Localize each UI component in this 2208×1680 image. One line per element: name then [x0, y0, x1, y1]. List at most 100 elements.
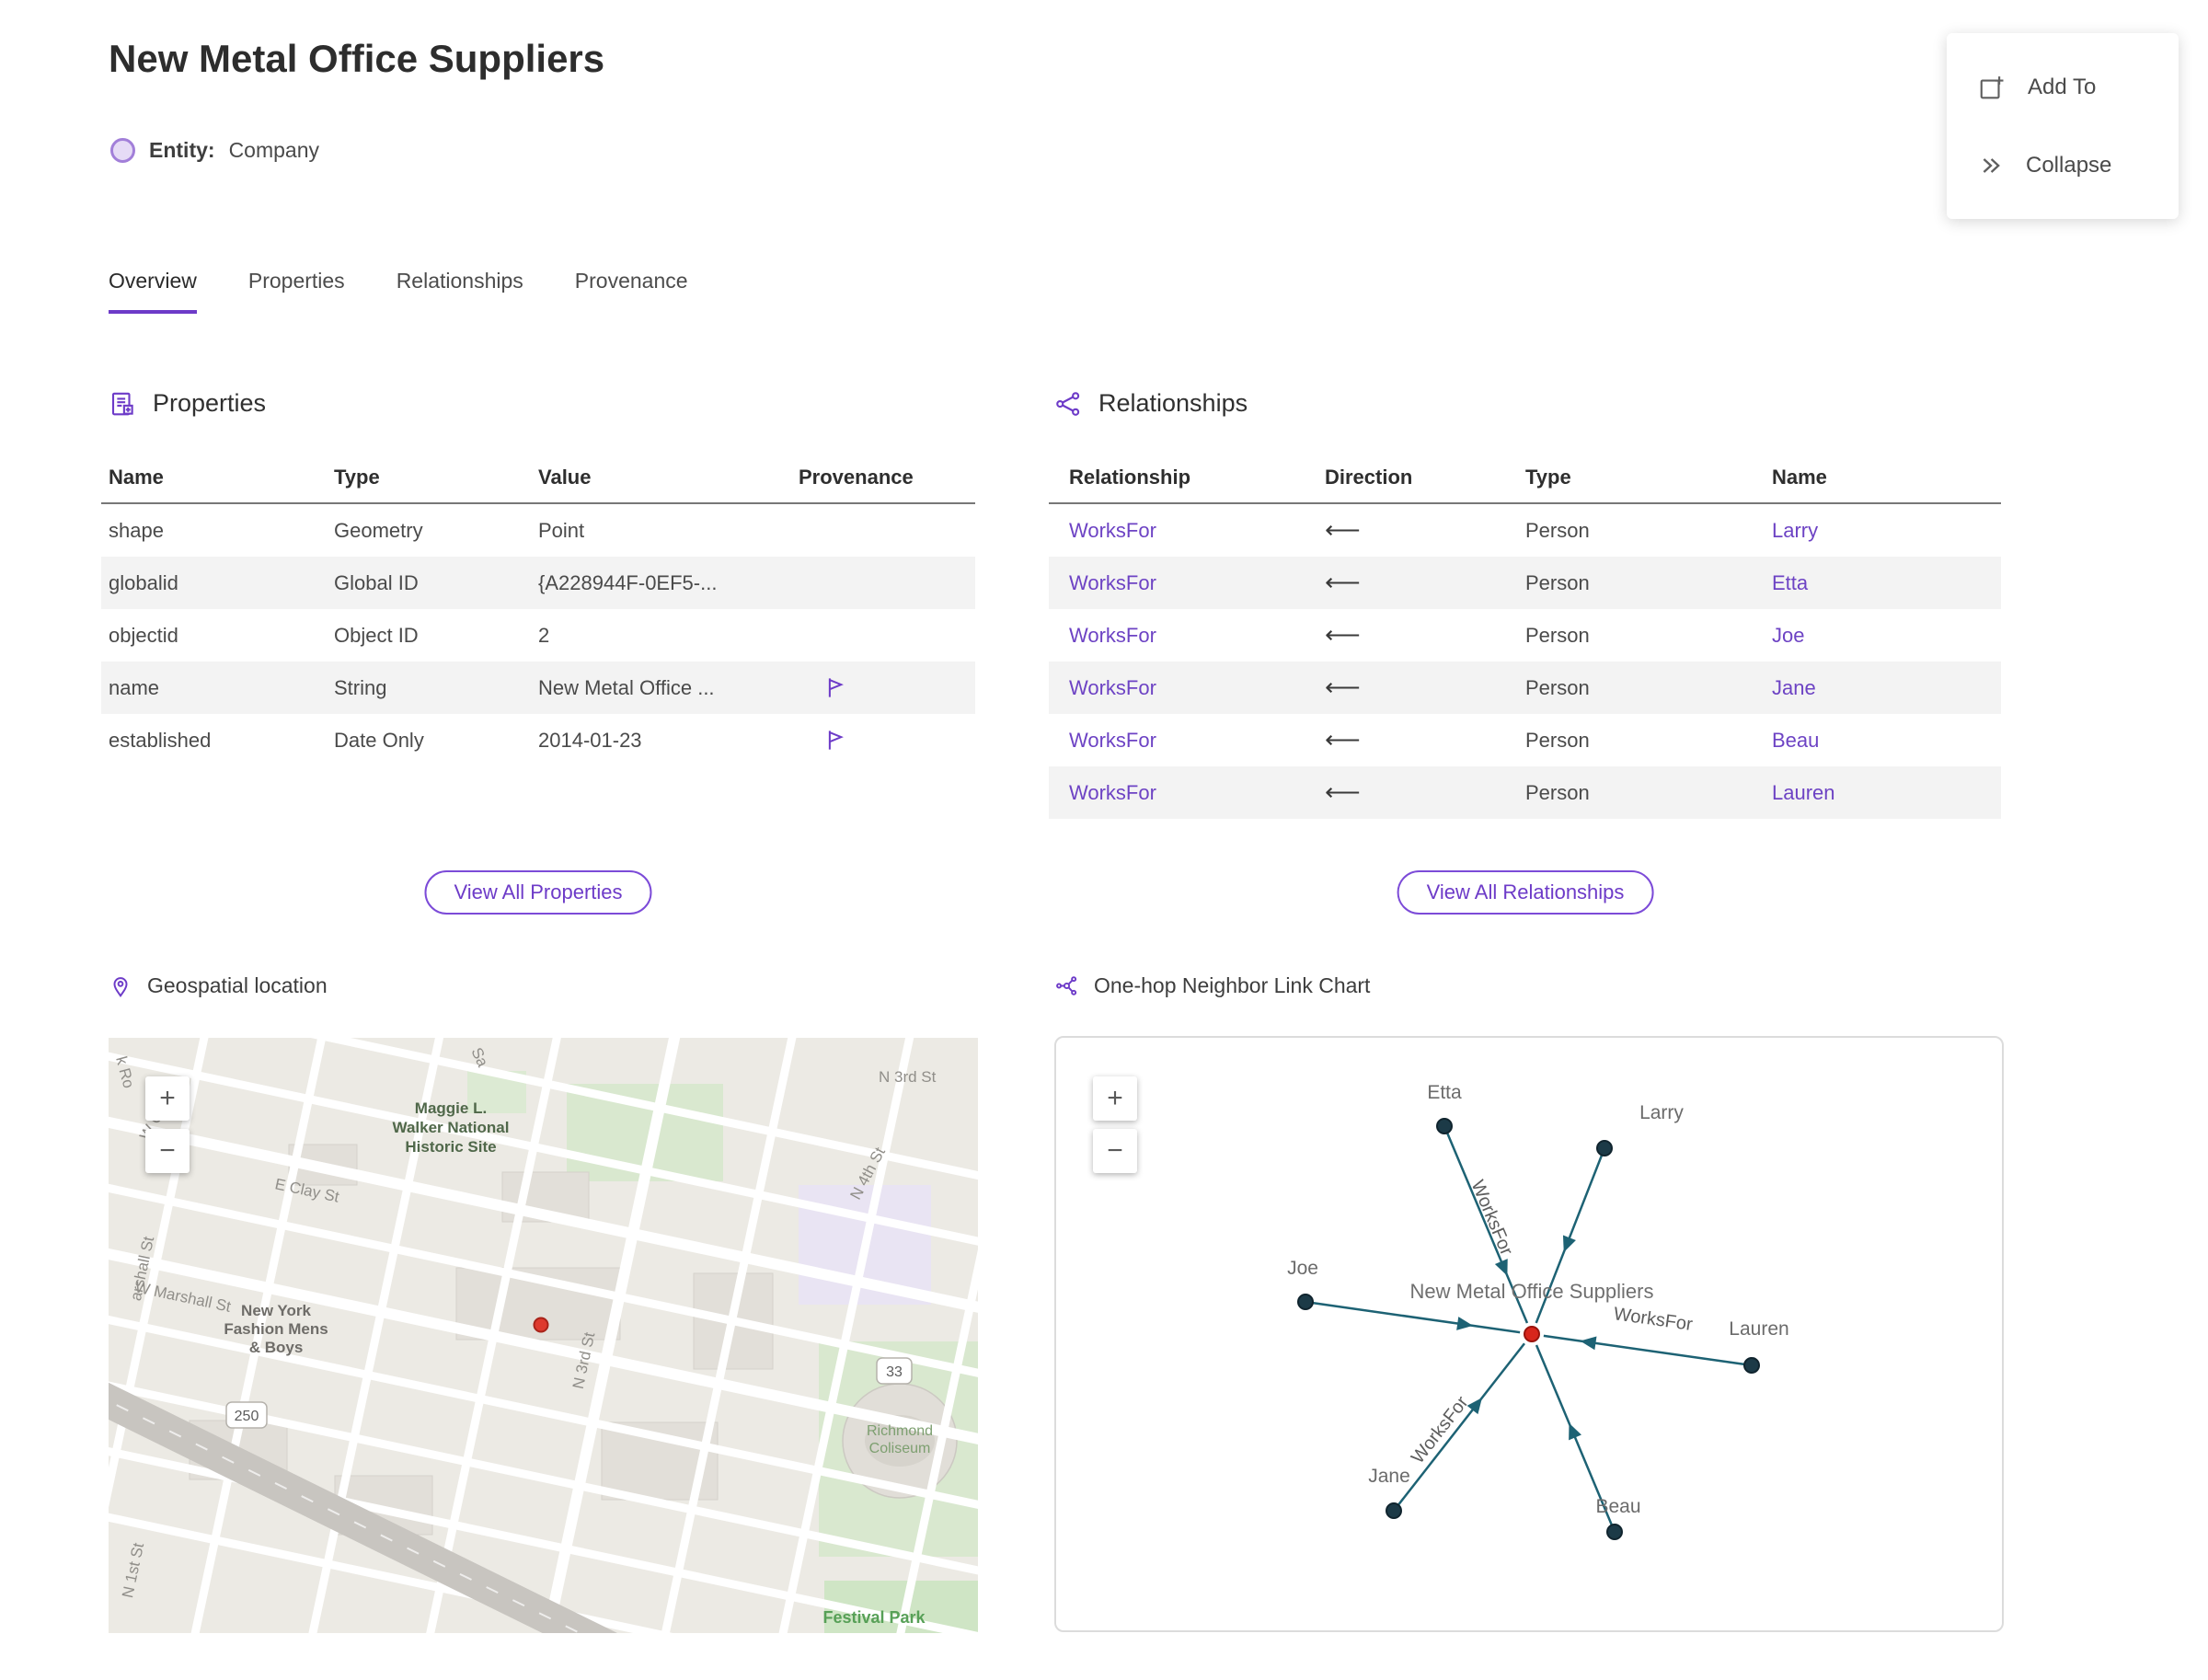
cell-name: objectid — [109, 623, 178, 647]
cell-provenance — [799, 675, 975, 700]
svg-text:New York: New York — [241, 1302, 311, 1319]
entity-subtitle: Entity: Company — [110, 138, 319, 163]
table-row[interactable]: WorksFor ⟵ Person Jane — [1049, 662, 2001, 714]
direction-arrow: ⟵ — [1325, 673, 1361, 701]
relationships-table: Relationship Direction Type Name WorksFo… — [1049, 453, 2001, 819]
svg-text:250: 250 — [235, 1409, 259, 1424]
provenance-icon[interactable] — [822, 675, 847, 700]
table-row[interactable]: WorksFor ⟵ Person Joe — [1049, 609, 2001, 662]
entity-link[interactable]: Jane — [1772, 676, 2001, 700]
entity-location-marker[interactable] — [533, 1317, 549, 1333]
route-shield-33: 33 — [876, 1357, 913, 1385]
entity-link[interactable]: Etta — [1772, 571, 2001, 595]
person-node[interactable] — [1297, 1294, 1314, 1310]
geospatial-section-title: Geospatial location — [147, 973, 328, 997]
view-all-relationships-button[interactable]: View All Relationships — [1397, 870, 1654, 915]
table-row[interactable]: WorksFor ⟵ Person Beau — [1049, 714, 2001, 766]
view-all-properties-button[interactable]: View All Properties — [424, 870, 652, 915]
tab-overview[interactable]: Overview — [109, 269, 197, 314]
relationships-section-header: Relationships — [1054, 389, 1248, 418]
link-edge[interactable] — [1543, 1334, 1753, 1367]
cell-name: name — [109, 675, 160, 699]
tab-relationships[interactable]: Relationships — [397, 269, 523, 314]
link-chart-icon — [1056, 976, 1077, 995]
cell-type: Person — [1525, 728, 1590, 752]
entity-detail-page: New Metal Office Suppliers Entity: Compa… — [0, 0, 2208, 1680]
zoom-out-button[interactable]: − — [145, 1129, 190, 1173]
direction-arrow: ⟵ — [1325, 726, 1361, 754]
node-label: Lauren — [1729, 1318, 1788, 1340]
properties-table: Name Type Value Provenance shape Geometr… — [101, 453, 975, 766]
link-edge[interactable] — [1393, 1342, 1525, 1512]
collapse-button[interactable]: Collapse — [1947, 127, 2179, 204]
chevrons-right-icon — [1983, 158, 2000, 173]
col-header-name: Name — [109, 466, 164, 489]
entity-link[interactable]: Lauren — [1772, 781, 2001, 805]
svg-text:Richmond: Richmond — [867, 1423, 933, 1439]
zoom-out-button[interactable]: − — [1093, 1129, 1137, 1173]
col-header-type: Type — [334, 466, 380, 489]
link-chart-canvas[interactable]: WorksFor WorksFor WorksFor Etta Larry Joe Laur… — [1054, 1036, 2004, 1632]
properties-section-header: Properties — [109, 389, 266, 418]
zoom-in-button[interactable]: + — [1093, 1076, 1137, 1121]
geospatial-section-header: Geospatial location — [109, 973, 328, 998]
svg-text:33: 33 — [886, 1364, 903, 1380]
table-row[interactable]: WorksFor ⟵ Person Etta — [1049, 557, 2001, 609]
col-header-provenance: Provenance — [799, 466, 914, 489]
link-edge[interactable] — [1305, 1300, 1521, 1334]
direction-arrow: ⟵ — [1325, 516, 1361, 544]
svg-text:Fashion Mens: Fashion Mens — [224, 1320, 328, 1338]
tab-bar: Overview Properties Relationships Proven… — [109, 269, 688, 314]
table-row[interactable]: WorksFor ⟵ Person Lauren — [1049, 766, 2001, 819]
edge-arrowhead — [1562, 1235, 1576, 1253]
table-row[interactable]: name String New Metal Office ... — [101, 662, 975, 714]
relationship-link[interactable]: WorksFor — [1069, 781, 1325, 805]
map-canvas[interactable]: 250 33 k Ro W Clay St Sa N 3rd St N 4th … — [109, 1038, 978, 1633]
entity-link[interactable]: Beau — [1772, 729, 2001, 753]
col-header-direction: Direction — [1325, 466, 1413, 489]
cell-type: Person — [1525, 518, 1590, 542]
person-node[interactable] — [1436, 1118, 1453, 1134]
person-node[interactable] — [1606, 1524, 1623, 1540]
person-node[interactable] — [1386, 1502, 1402, 1519]
relationship-link[interactable]: WorksFor — [1069, 624, 1325, 648]
relationships-table-header: Relationship Direction Type Name — [1049, 453, 2001, 504]
cell-value: Point — [538, 518, 585, 542]
map-zoom-control: + − — [145, 1076, 190, 1173]
relationship-link[interactable]: WorksFor — [1069, 676, 1325, 700]
provenance-icon[interactable] — [822, 728, 847, 753]
table-row[interactable]: established Date Only 2014-01-23 — [101, 714, 975, 766]
table-row[interactable]: globalid Global ID {A228944F-0EF5-... — [101, 557, 975, 609]
svg-text:Maggie L.: Maggie L. — [415, 1099, 487, 1117]
link-chart-svg[interactable]: WorksFor WorksFor WorksFor Etta Larry Joe Laur… — [1056, 1038, 2002, 1630]
svg-text:& Boys: & Boys — [249, 1339, 304, 1356]
edge-arrowhead — [1580, 1336, 1597, 1351]
properties-icon — [111, 392, 133, 415]
add-to-icon — [1980, 76, 2004, 99]
table-row[interactable]: shape Geometry Point — [101, 504, 975, 557]
cell-name: established — [109, 728, 212, 752]
table-row[interactable]: WorksFor ⟵ Person Larry — [1049, 504, 2001, 557]
add-to-button[interactable]: Add To — [1947, 48, 2179, 127]
direction-arrow: ⟵ — [1325, 621, 1361, 649]
cell-type: Person — [1525, 623, 1590, 647]
tab-properties[interactable]: Properties — [248, 269, 345, 314]
tab-provenance[interactable]: Provenance — [575, 269, 688, 314]
node-label: Etta — [1427, 1082, 1462, 1103]
entity-link[interactable]: Larry — [1772, 519, 2001, 543]
person-node[interactable] — [1743, 1357, 1760, 1374]
entity-type-value: Company — [228, 138, 319, 162]
svg-text:Historic Site: Historic Site — [405, 1138, 496, 1156]
collapse-label: Collapse — [2026, 153, 2112, 178]
relationship-link[interactable]: WorksFor — [1069, 571, 1325, 595]
map-label-n3rd-top: N 3rd St — [879, 1068, 937, 1086]
person-node[interactable] — [1596, 1140, 1613, 1156]
entity-link[interactable]: Joe — [1772, 624, 2001, 648]
company-node[interactable] — [1524, 1326, 1540, 1342]
relationship-link[interactable]: WorksFor — [1069, 729, 1325, 753]
geospatial-map[interactable]: 250 33 k Ro W Clay St Sa N 3rd St N 4th … — [109, 1038, 978, 1633]
relationship-link[interactable]: WorksFor — [1069, 519, 1325, 543]
table-row[interactable]: objectid Object ID 2 — [101, 609, 975, 662]
direction-arrow: ⟵ — [1325, 569, 1361, 596]
zoom-in-button[interactable]: + — [145, 1076, 190, 1121]
